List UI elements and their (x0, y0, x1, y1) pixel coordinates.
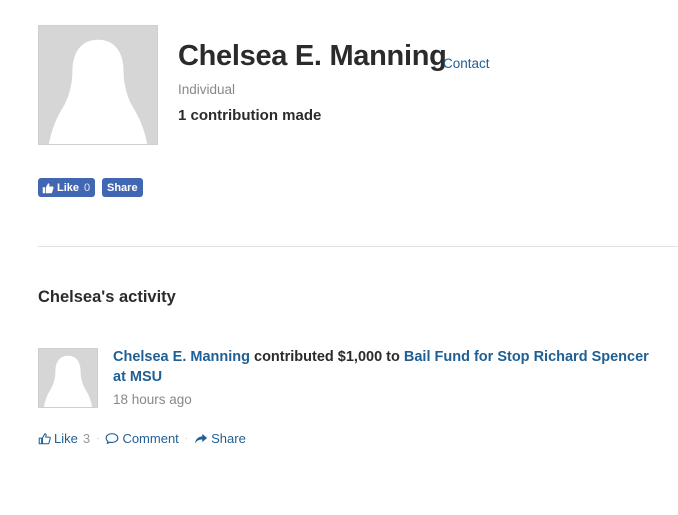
activity-timestamp: 18 hours ago (113, 392, 192, 407)
contact-link[interactable]: Contact (443, 56, 490, 71)
activity-heading: Chelsea's activity (38, 288, 176, 306)
activity-like-count: 3 (82, 431, 91, 446)
facebook-share-button[interactable]: Share (102, 178, 143, 197)
section-divider (38, 246, 678, 247)
contact-separator: · (433, 58, 437, 72)
facebook-like-label: Like (57, 181, 80, 194)
activity-item: Chelsea E. Manning contributed $1,000 to… (113, 347, 658, 387)
person-silhouette-icon (39, 26, 157, 144)
action-separator: · (184, 433, 189, 444)
profile-type: Individual (178, 82, 236, 97)
facebook-like-count: 0 (84, 181, 91, 194)
comment-bubble-icon (106, 433, 119, 444)
contribution-count: 1 contribution made (178, 107, 322, 124)
facebook-like-button[interactable]: Like 0 (38, 178, 96, 197)
thumbs-up-icon (38, 433, 51, 445)
activity-share-label: Share (211, 431, 246, 446)
activity-actor-link[interactable]: Chelsea E. Manning (113, 349, 250, 365)
activity-like-label: Like (54, 431, 78, 446)
activity-like-button[interactable]: Like 3 (38, 431, 90, 446)
thumbs-up-icon (42, 182, 54, 193)
profile-name: Chelsea E. Manning (178, 40, 447, 72)
activity-avatar[interactable] (38, 348, 98, 408)
activity-comment-button[interactable]: Comment (105, 431, 179, 446)
activity-verb: contributed $1,000 to (254, 349, 400, 365)
action-separator: · (96, 433, 100, 444)
person-silhouette-icon (39, 349, 97, 407)
profile-avatar (38, 25, 158, 145)
activity-actions: Like 3 · Comment · Share (38, 431, 246, 446)
activity-share-button[interactable]: Share (194, 431, 246, 446)
share-arrow-icon (195, 433, 208, 444)
activity-comment-label: Comment (122, 431, 179, 446)
